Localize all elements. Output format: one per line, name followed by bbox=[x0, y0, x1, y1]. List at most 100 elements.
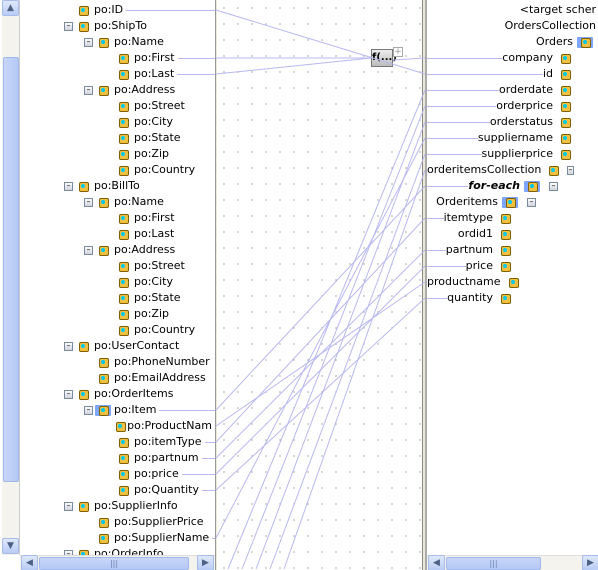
scroll-right-button[interactable]: ▶ bbox=[197, 555, 214, 570]
target-node[interactable]: OrdersCollection bbox=[427, 18, 598, 34]
collapse-toggle[interactable]: – bbox=[527, 197, 536, 207]
source-node[interactable]: po:Last bbox=[104, 66, 215, 82]
source-node[interactable]: – po:ShipTo bbox=[64, 18, 215, 34]
collapse-toggle[interactable]: – bbox=[84, 405, 93, 415]
scroll-left-button[interactable]: ◀ bbox=[21, 555, 38, 570]
target-node[interactable]: quantity bbox=[427, 290, 516, 306]
source-node[interactable]: po:Zip bbox=[104, 146, 215, 162]
element-icon bbox=[115, 133, 131, 144]
source-node[interactable]: po:partnum bbox=[104, 450, 215, 466]
element-icon bbox=[115, 277, 131, 288]
scroll-down-button[interactable]: ▼ bbox=[2, 538, 19, 554]
target-node[interactable]: orderdate bbox=[427, 82, 576, 98]
collapse-toggle[interactable]: – bbox=[64, 181, 73, 191]
source-node[interactable]: – po:OrderItems bbox=[64, 386, 215, 402]
source-node[interactable]: – po:Item bbox=[84, 402, 215, 418]
source-node[interactable]: – po:Name bbox=[84, 194, 215, 210]
element-icon bbox=[95, 245, 111, 256]
target-node[interactable]: partnum bbox=[427, 242, 516, 258]
collapse-toggle[interactable]: – bbox=[566, 165, 574, 175]
mapping-stub bbox=[427, 202, 436, 203]
element-icon bbox=[557, 117, 573, 128]
target-node[interactable]: orderstatus bbox=[427, 114, 576, 130]
collapse-toggle[interactable]: – bbox=[84, 245, 93, 255]
collapse-toggle[interactable]: – bbox=[84, 85, 93, 95]
source-node[interactable]: po:City bbox=[104, 114, 215, 130]
mapping-stub bbox=[427, 265, 466, 267]
source-node[interactable]: po:City bbox=[104, 274, 215, 290]
scroll-left-button[interactable]: ◀ bbox=[428, 555, 445, 570]
vertical-scrollbar[interactable]: ▲ ▼ bbox=[2, 0, 20, 555]
element-icon bbox=[115, 53, 131, 64]
scroll-thumb[interactable] bbox=[3, 57, 19, 482]
source-node[interactable]: po:Zip bbox=[104, 306, 215, 322]
collapse-toggle[interactable]: – bbox=[549, 181, 558, 191]
target-node[interactable]: suppliername bbox=[427, 130, 576, 146]
target-node[interactable]: Orders bbox=[427, 34, 596, 50]
source-node[interactable]: – po:Address bbox=[84, 82, 215, 98]
source-node[interactable]: po:ID bbox=[64, 2, 215, 18]
collapse-toggle[interactable]: – bbox=[64, 341, 73, 351]
source-node[interactable]: po:Quantity bbox=[104, 482, 215, 498]
mapping-canvas[interactable] bbox=[217, 0, 423, 570]
source-node[interactable]: po:Street bbox=[104, 98, 215, 114]
source-node[interactable]: po:price bbox=[104, 466, 215, 482]
target-node[interactable]: price bbox=[427, 258, 516, 274]
target-node[interactable]: Orderitems – bbox=[427, 194, 538, 210]
node-label: po:Zip bbox=[134, 307, 169, 320]
node-label: po:State bbox=[134, 291, 181, 304]
source-node[interactable]: – po:Address bbox=[84, 242, 215, 258]
element-icon bbox=[112, 421, 127, 432]
mapping-stub bbox=[427, 42, 536, 43]
function-node[interactable]: f(...) bbox=[371, 49, 397, 67]
scroll-right-button[interactable]: ▶ bbox=[582, 555, 598, 570]
source-node[interactable]: po:First bbox=[104, 210, 215, 226]
collapse-toggle[interactable]: – bbox=[84, 197, 93, 207]
mapping-stub bbox=[427, 105, 497, 107]
source-node[interactable]: – po:UserContact bbox=[64, 338, 215, 354]
scroll-thumb[interactable]: ||| bbox=[446, 557, 541, 570]
mapping-stub bbox=[201, 457, 215, 459]
target-node[interactable]: orderprice bbox=[427, 98, 576, 114]
node-label: po:partnum bbox=[134, 451, 199, 464]
node-label: po:First bbox=[134, 211, 175, 224]
source-node[interactable]: po:First bbox=[104, 50, 215, 66]
source-node[interactable]: po:SupplierPrice bbox=[84, 514, 215, 530]
source-node[interactable]: po:State bbox=[104, 290, 215, 306]
source-node[interactable]: po:PhoneNumber bbox=[84, 354, 215, 370]
scroll-thumb[interactable]: ||| bbox=[39, 557, 189, 570]
scroll-up-button[interactable]: ▲ bbox=[2, 0, 19, 16]
source-node[interactable]: po:EmailAddress bbox=[84, 370, 215, 386]
element-icon bbox=[95, 357, 111, 368]
target-node[interactable]: supplierprice bbox=[427, 146, 576, 162]
element-icon bbox=[95, 197, 111, 208]
collapse-toggle[interactable]: – bbox=[64, 501, 73, 511]
target-node[interactable]: company bbox=[427, 50, 576, 66]
collapse-toggle[interactable]: – bbox=[64, 21, 73, 31]
target-node[interactable]: for-each – bbox=[427, 178, 560, 194]
collapse-toggle[interactable]: – bbox=[84, 37, 93, 47]
source-node[interactable]: – po:Name bbox=[84, 34, 215, 50]
target-node[interactable]: ordid1 bbox=[427, 226, 516, 242]
source-node[interactable]: po:Last bbox=[104, 226, 215, 242]
target-node[interactable]: orderitemsCollection – bbox=[427, 162, 576, 178]
horizontal-scrollbar[interactable]: ◀ ||| ▶ bbox=[427, 555, 598, 570]
source-node[interactable]: po:Country bbox=[104, 322, 215, 338]
source-node[interactable]: po:Country bbox=[104, 162, 215, 178]
collapse-toggle[interactable]: – bbox=[64, 389, 73, 399]
target-node[interactable]: itemtype bbox=[427, 210, 516, 226]
horizontal-scrollbar[interactable]: ◀ ||| ▶ bbox=[20, 555, 215, 570]
target-node[interactable]: productname bbox=[427, 274, 520, 290]
source-node[interactable]: po:itemType bbox=[104, 434, 215, 450]
target-node[interactable]: <target scher bbox=[427, 2, 598, 18]
element-icon bbox=[115, 453, 131, 464]
expand-function-button[interactable]: + bbox=[393, 47, 403, 57]
target-node[interactable]: id bbox=[427, 66, 576, 82]
source-node[interactable]: po:ProductNam bbox=[104, 418, 215, 434]
source-node[interactable]: – po:SupplierInfo bbox=[64, 498, 215, 514]
source-node[interactable]: po:State bbox=[104, 130, 215, 146]
source-node[interactable]: po:Street bbox=[104, 258, 215, 274]
source-node[interactable]: – po:BillTo bbox=[64, 178, 215, 194]
mapping-stub bbox=[427, 234, 458, 235]
source-node[interactable]: po:SupplierName bbox=[84, 530, 215, 546]
